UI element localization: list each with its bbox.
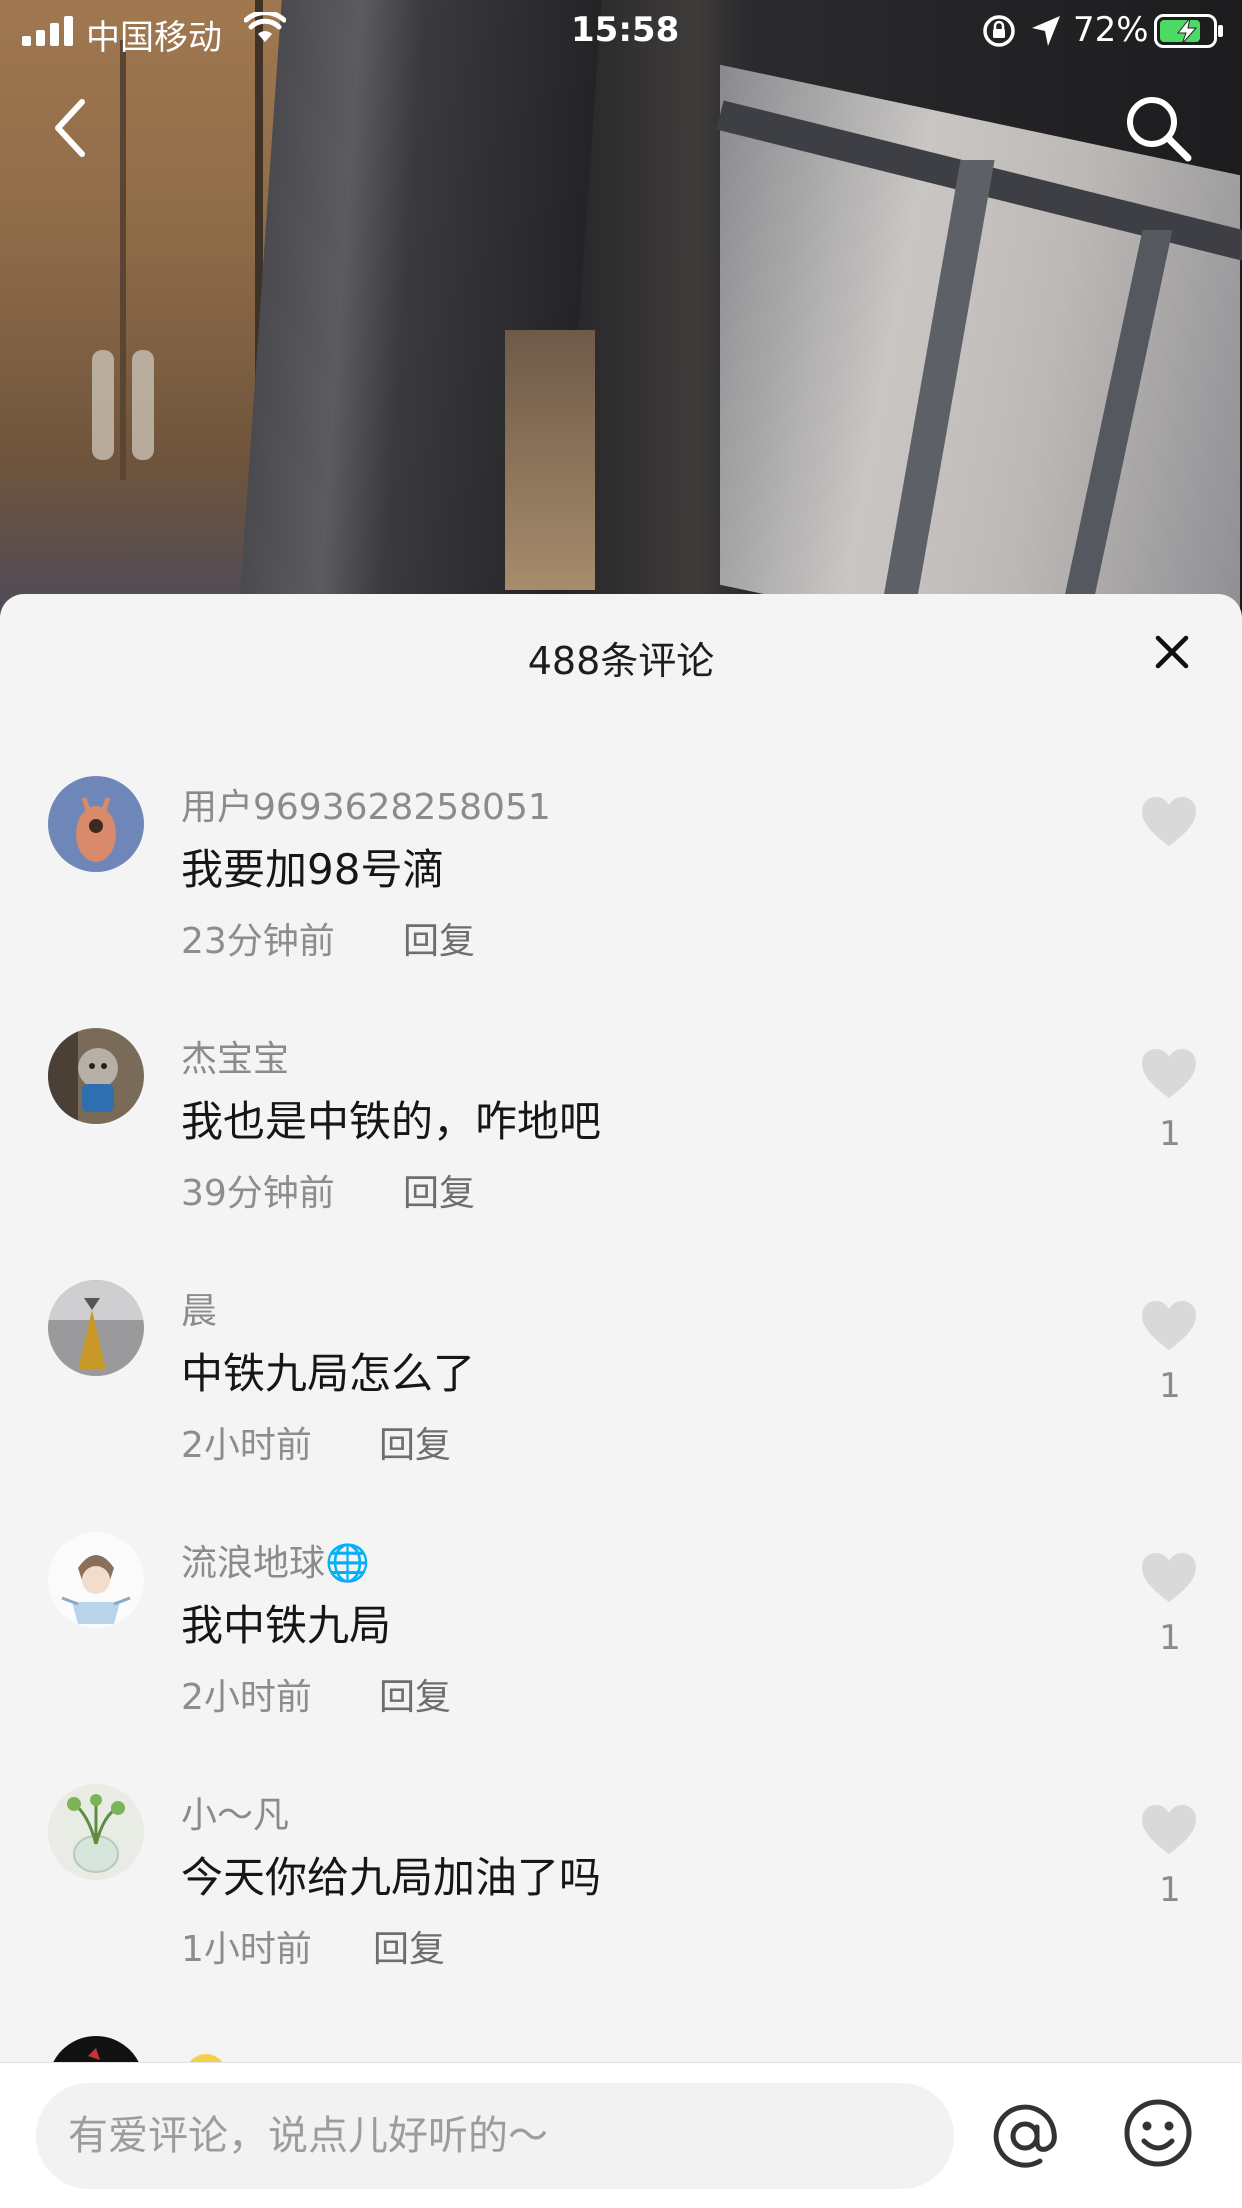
comment-input-bar <box>0 2062 1242 2208</box>
battery-charging-icon <box>1154 14 1223 48</box>
back-arrow-icon <box>55 99 85 157</box>
comment-item: 晨 中铁九局怎么了 2小时前 回复 1 <box>0 1280 1242 1530</box>
smiley-icon <box>1124 2099 1192 2167</box>
like-button[interactable] <box>1140 1804 1198 1856</box>
heart-icon <box>1142 1049 1196 1098</box>
comment-time: 1小时前 <box>181 1929 312 1970</box>
reply-button[interactable]: 回复 <box>403 912 475 964</box>
comment-item: 流浪地球🌐 我中铁九局 2小时前 回复 1 <box>0 1532 1242 1782</box>
emoji-button[interactable] <box>1122 2097 1194 2169</box>
comment-username[interactable]: 晨 <box>181 1282 217 1334</box>
back-button[interactable] <box>44 92 100 164</box>
avatar[interactable] <box>48 1028 144 1124</box>
comment-text: 今天你给九局加油了吗 <box>181 1853 602 1902</box>
comment-item: 用户9693628258051 我要加98号滴 23分钟前 回复 <box>0 776 1242 1026</box>
heart-icon <box>1142 1301 1196 1350</box>
like-count: 1 <box>1159 1618 1181 1658</box>
heart-icon <box>1142 1805 1196 1854</box>
cabinet-handle <box>132 350 154 460</box>
avatar[interactable] <box>48 776 144 872</box>
comment-username[interactable]: 用户9693628258051 <box>181 778 551 830</box>
location-arrow-icon <box>1032 16 1060 46</box>
like-count: 1 <box>1159 1114 1181 1154</box>
comment-item: 小～凡 今天你给九局加油了吗 1小时前 回复 1 <box>0 1784 1242 2034</box>
avatar[interactable] <box>48 1280 144 1376</box>
reply-button[interactable]: 回复 <box>379 1668 451 1720</box>
comment-count-title: 488条评论 <box>527 639 715 683</box>
comment-username[interactable]: 杰宝宝 <box>181 1030 289 1082</box>
door-gap <box>505 330 595 590</box>
carrier-name: 中国移动 <box>86 18 222 58</box>
search-icon <box>1127 97 1192 162</box>
comment-time: 39分钟前 <box>181 1173 335 1214</box>
comment-time: 23分钟前 <box>181 921 335 962</box>
comment-text: 我要加98号滴 <box>181 845 445 894</box>
search-button[interactable] <box>1122 92 1194 164</box>
at-icon <box>993 2104 1057 2168</box>
like-count: 1 <box>1159 1870 1181 1910</box>
reply-button[interactable]: 回复 <box>373 1920 445 1972</box>
comments-sheet: 488条评论 用户9693628258051 我要加98号滴 23分钟前 回复 <box>0 594 1242 2208</box>
like-count: 1 <box>1159 1366 1181 1406</box>
comment-time: 2小时前 <box>181 1677 312 1718</box>
reply-button[interactable]: 回复 <box>379 1416 451 1468</box>
like-button[interactable] <box>1140 796 1198 848</box>
avatar[interactable] <box>48 1784 144 1880</box>
close-button[interactable] <box>1150 630 1194 674</box>
clock: 15:58 <box>571 10 680 50</box>
comment-input[interactable] <box>36 2083 954 2189</box>
comment-text: 中铁九局怎么了 <box>181 1349 476 1398</box>
avatar[interactable] <box>48 1532 144 1628</box>
battery-percent: 72% <box>1073 10 1149 50</box>
status-bar: 中国移动 15:58 72% <box>0 0 1242 62</box>
heart-icon <box>1142 1553 1196 1602</box>
like-button[interactable] <box>1140 1552 1198 1604</box>
signal-icon <box>22 16 73 46</box>
comment-time: 2小时前 <box>181 1425 312 1466</box>
mention-button[interactable] <box>990 2101 1060 2171</box>
heart-icon <box>1142 797 1196 846</box>
comment-username[interactable]: 流浪地球🌐 <box>181 1534 370 1586</box>
cabinet-seam <box>120 40 126 480</box>
comment-username[interactable]: 小～凡 <box>181 1786 289 1838</box>
comment-text: 我中铁九局 <box>181 1601 392 1650</box>
video-frame[interactable] <box>0 0 1242 620</box>
close-icon <box>1155 635 1189 669</box>
cabinet-handle <box>92 350 114 460</box>
wifi-icon <box>244 12 286 42</box>
rotation-lock-icon <box>983 15 1015 47</box>
like-button[interactable] <box>1140 1300 1198 1352</box>
reply-button[interactable]: 回复 <box>403 1164 475 1216</box>
comment-item: 杰宝宝 我也是中铁的，咋地吧 39分钟前 回复 1 <box>0 1028 1242 1278</box>
comment-text: 我也是中铁的，咋地吧 <box>181 1097 602 1146</box>
like-button[interactable] <box>1140 1048 1198 1100</box>
